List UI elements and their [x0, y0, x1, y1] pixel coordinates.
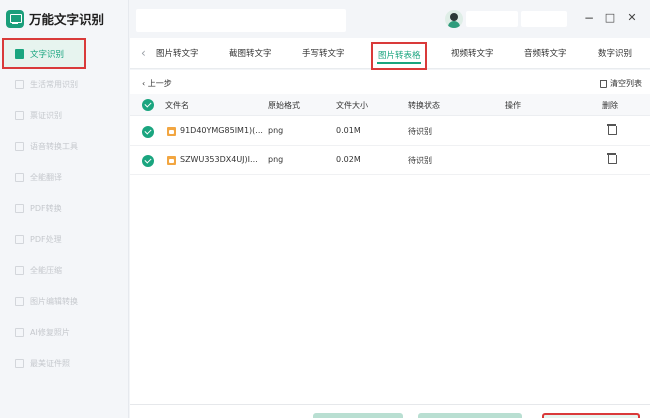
sidebar-item-life-recognition[interactable]: 生活常用识别 [0, 69, 129, 100]
tab-digit-recognition[interactable]: 数字识别 [598, 47, 632, 59]
minimize-button[interactable]: − [582, 11, 596, 25]
app-title: 万能文字识别 [29, 12, 105, 27]
sidebar-item-text-recognition[interactable]: 文字识别 [2, 38, 86, 69]
file-size: 0.02M [336, 155, 361, 164]
trash-icon [600, 79, 607, 88]
sidebar-item-label: AI修复照片 [30, 328, 70, 337]
sidebar-item-label: 文字识别 [30, 49, 65, 60]
back-button[interactable]: ‹ 上一步 [142, 78, 172, 89]
sidebar-item-id-photo[interactable]: 最美证件照 [0, 348, 129, 379]
pdf-convert-icon [15, 204, 24, 213]
file-name: 91D40YMG85IM1)(... [180, 126, 263, 135]
maximize-button[interactable]: □ [603, 11, 617, 25]
delete-row-button[interactable] [607, 124, 617, 135]
sidebar: 万能文字识别 文字识别 生活常用识别 票证识别 语音转换工具 全能翻译 PDF转… [0, 0, 129, 418]
sidebar-item-label: 生活常用识别 [30, 80, 78, 89]
footer-button-1[interactable] [313, 413, 403, 418]
voice-icon [15, 142, 24, 151]
sidebar-item-translate[interactable]: 全能翻译 [0, 162, 129, 193]
tab-screenshot-to-text[interactable]: 截图转文字 [229, 47, 272, 59]
sidebar-item-label: PDF处理 [30, 235, 62, 244]
close-button[interactable]: ✕ [625, 11, 639, 25]
sidebar-item-label: 全能翻译 [30, 173, 62, 182]
footer-button-2[interactable] [418, 413, 522, 418]
sidebar-item-ai-photo-repair[interactable]: AI修复照片 [0, 317, 129, 348]
col-filename: 文件名 [165, 101, 189, 110]
col-format: 原始格式 [268, 101, 300, 110]
tab-video-to-text[interactable]: 视频转文字 [451, 47, 494, 59]
delete-row-button[interactable] [607, 153, 617, 164]
tab-audio-to-text[interactable]: 音频转文字 [524, 47, 567, 59]
table-row: 91D40YMG85IM1)(... png 0.01M 待识别 [130, 118, 650, 146]
tab-bar: ‹ 图片转文字 截图转文字 手写转文字 图片转表格 视频转文字 音频转文字 数字… [130, 38, 650, 70]
col-size: 文件大小 [336, 101, 368, 110]
top-search-box[interactable] [136, 9, 346, 32]
file-size: 0.01M [336, 126, 361, 135]
ai-repair-icon [15, 328, 24, 337]
col-action: 操作 [505, 101, 521, 110]
file-status: 待识别 [408, 127, 432, 136]
sidebar-item-compress[interactable]: 全能压缩 [0, 255, 129, 286]
sidebar-item-pdf-convert[interactable]: PDF转换 [0, 193, 129, 224]
table-header: 文件名 原始格式 文件大小 转换状态 操作 删除 [130, 94, 650, 116]
app-logo: 万能文字识别 [6, 9, 104, 28]
avatar[interactable] [445, 10, 463, 28]
sidebar-item-pdf-process[interactable]: PDF处理 [0, 224, 129, 255]
sidebar-item-image-edit[interactable]: 图片编辑转换 [0, 286, 129, 317]
row-checkbox[interactable] [142, 155, 154, 167]
file-format: png [268, 155, 284, 164]
sidebar-item-label: 票证识别 [30, 111, 62, 120]
file-name: SZWU353DX4UJ)I... [180, 155, 258, 164]
translate-icon [15, 173, 24, 182]
user-info-box[interactable] [466, 11, 518, 27]
tab-image-to-table[interactable]: 图片转表格 [371, 42, 427, 70]
sidebar-nav: 文字识别 生活常用识别 票证识别 语音转换工具 全能翻译 PDF转换 PDF处理 [0, 38, 129, 379]
user-status-box[interactable] [521, 11, 567, 27]
sidebar-item-label: 图片编辑转换 [30, 297, 78, 306]
id-photo-icon [15, 359, 24, 368]
compress-icon [15, 266, 24, 275]
clear-list-label: 清空列表 [610, 79, 642, 88]
sidebar-item-label: 语音转换工具 [30, 142, 78, 151]
clear-list-button[interactable]: 清空列表 [600, 78, 642, 89]
scan-icon [15, 48, 24, 59]
pdf-process-icon [15, 235, 24, 244]
start-convert-button[interactable] [542, 413, 640, 418]
life-icon [15, 80, 24, 89]
col-delete: 删除 [602, 101, 618, 110]
file-panel: ‹ 上一步 清空列表 文件名 原始格式 文件大小 转换状态 操作 删除 91D4… [130, 70, 650, 418]
ticket-icon [15, 111, 24, 120]
file-format: png [268, 126, 284, 135]
col-status: 转换状态 [408, 101, 440, 110]
table-row: SZWU353DX4UJ)I... png 0.02M 待识别 [130, 147, 650, 175]
chevron-left-icon[interactable]: ‹ [141, 46, 146, 60]
image-file-icon [167, 156, 176, 165]
select-all-checkbox[interactable] [142, 99, 154, 111]
row-checkbox[interactable] [142, 126, 154, 138]
sidebar-item-voice-tools[interactable]: 语音转换工具 [0, 131, 129, 162]
tab-image-to-text[interactable]: 图片转文字 [156, 47, 199, 59]
footer-divider [130, 404, 650, 405]
image-file-icon [167, 127, 176, 136]
sidebar-item-label: 全能压缩 [30, 266, 62, 275]
sidebar-item-ticket-recognition[interactable]: 票证识别 [0, 100, 129, 131]
sidebar-item-label: 最美证件照 [30, 359, 70, 368]
tab-handwriting-to-text[interactable]: 手写转文字 [302, 47, 345, 59]
sidebar-item-label: PDF转换 [30, 204, 62, 213]
app-logo-icon [6, 9, 24, 28]
file-status: 待识别 [408, 156, 432, 165]
image-edit-icon [15, 297, 24, 306]
back-label: 上一步 [147, 79, 172, 88]
